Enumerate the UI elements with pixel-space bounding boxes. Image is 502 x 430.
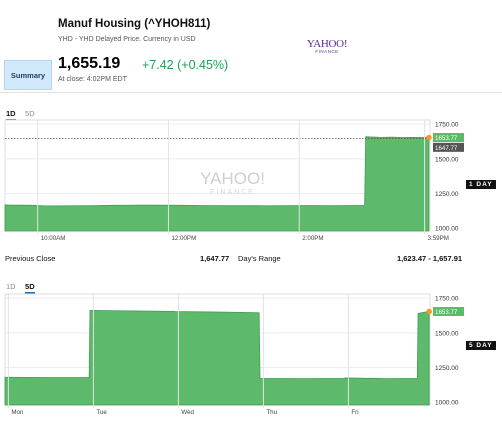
current-price: 1,655.19	[58, 55, 121, 72]
current-price-tag-text: 1653.77	[435, 135, 458, 142]
y-tick-label: 1500.00	[435, 330, 459, 337]
prev-close-label: Previous Close	[5, 254, 56, 263]
chart1-range-badge: 1 DAY	[466, 180, 496, 189]
y-tick-label: 1000.00	[435, 226, 459, 233]
current-price-tag-text: 1653.77	[435, 309, 458, 316]
y-tick-label: 1750.00	[435, 122, 459, 129]
quote-subtitle: YHD - YHD Delayed Price. Currency in USD	[58, 36, 196, 43]
last-price-dot	[426, 134, 432, 141]
y-tick-label: 1750.00	[435, 296, 459, 303]
y-tick-label: 1500.00	[435, 156, 459, 163]
summary-tab[interactable]: Summary	[4, 60, 52, 90]
watermark-subtext: FINANCE	[210, 189, 255, 196]
x-tick-label: Wed	[181, 409, 194, 416]
x-tick-label: Mon	[11, 409, 24, 416]
x-tick-label: 10:00AM	[41, 235, 66, 242]
x-tick-label: 3:59PM	[428, 235, 449, 242]
x-tick-label: Tue	[96, 409, 107, 416]
x-tick-label: Thu	[266, 409, 277, 416]
y-tick-label: 1250.00	[435, 365, 459, 372]
close-time: At close: 4:02PM EDT	[58, 76, 127, 83]
five-day-chart[interactable]: 1000.00 1250.00 1500.00 1750.00 1653.77 Mon Tu…	[0, 290, 502, 418]
y-tick-label: 1250.00	[435, 191, 459, 198]
days-range-value: 1,623.47 - 1,657.91	[397, 254, 463, 263]
days-range-label: Day's Range	[238, 254, 281, 263]
y-tick-label: 1000.00	[435, 400, 459, 407]
price-change: +7.42 (+0.45%)	[142, 58, 229, 72]
watermark-text: YAHOO!	[200, 169, 265, 188]
x-tick-label: Fri	[351, 409, 358, 416]
x-tick-label: 12:00PM	[171, 235, 196, 242]
header-divider	[0, 92, 502, 93]
chart2-range-badge: 5 DAY	[466, 341, 496, 350]
x-tick-label: 2:00PM	[302, 235, 323, 242]
prev-close-value: 1,647.77	[200, 254, 230, 263]
intraday-chart[interactable]: 1000.00 1250.00 1500.00 1750.00 YAHOO!FINANC…	[0, 116, 502, 244]
yahoo-finance-logo[interactable]: YAHOO! FINANCE	[306, 38, 348, 54]
prev-close-tag-text: 1647.77	[435, 145, 458, 152]
last-price-dot	[426, 308, 432, 315]
quote-title: Manuf Housing (^YHOH811)	[58, 18, 211, 30]
